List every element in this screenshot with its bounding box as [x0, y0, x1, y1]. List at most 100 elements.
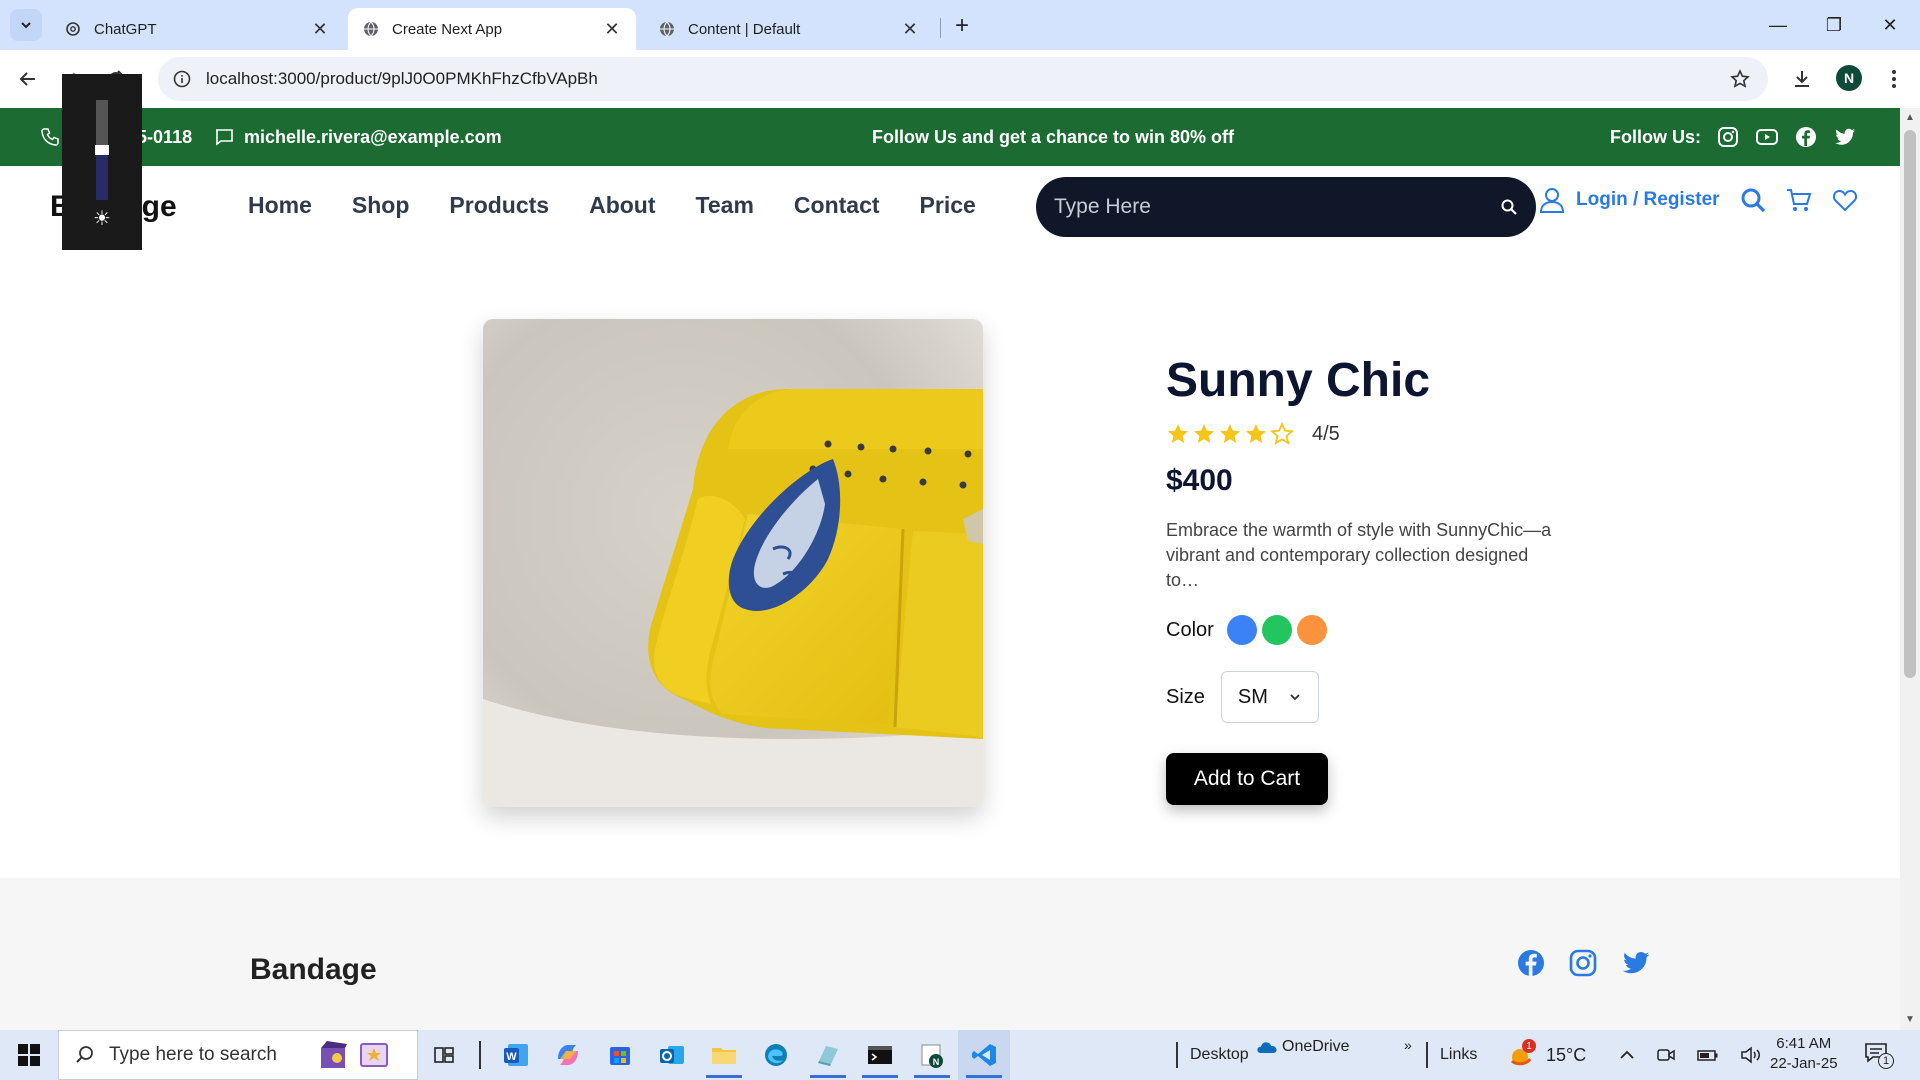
- instagram-icon[interactable]: [1568, 948, 1598, 978]
- address-bar[interactable]: localhost:3000/product/9plJ0O0PMKhFhzCfb…: [158, 57, 1768, 101]
- weather-widget[interactable]: 1 15°C: [1508, 1030, 1586, 1080]
- search-input[interactable]: [1054, 195, 1500, 219]
- file-explorer-icon[interactable]: [698, 1030, 750, 1080]
- heart-icon[interactable]: [1832, 187, 1858, 213]
- phone-icon: [41, 128, 59, 146]
- volume-icon[interactable]: [1740, 1045, 1762, 1065]
- downloads-button[interactable]: [1786, 63, 1818, 95]
- scroll-up-arrow[interactable]: ▲: [1904, 112, 1916, 124]
- email-text: michelle.rivera@example.com: [244, 126, 502, 147]
- nav-team[interactable]: Team: [696, 192, 754, 219]
- tab-chatgpt[interactable]: ChatGPT ✕: [50, 8, 344, 50]
- scrollbar-thumb[interactable]: [1904, 130, 1916, 678]
- nav-home[interactable]: Home: [248, 192, 312, 219]
- search-icon[interactable]: [1740, 187, 1766, 213]
- instagram-icon[interactable]: [1717, 126, 1739, 148]
- add-to-cart-button[interactable]: Add to Cart: [1166, 753, 1328, 805]
- brightness-knob[interactable]: [95, 145, 109, 155]
- footer-social: [1516, 948, 1652, 978]
- back-button[interactable]: [12, 63, 44, 95]
- clock-time: 6:41 AM: [1776, 1035, 1832, 1052]
- onedrive-label: OneDrive: [1282, 1038, 1350, 1055]
- windows-taskbar: Type here to search W N Desktop OneDrive…: [0, 1030, 1920, 1080]
- page-scrollbar[interactable]: ▲ ▼: [1900, 108, 1920, 1030]
- bookmark-star-icon[interactable]: [1726, 65, 1754, 93]
- close-window-button[interactable]: ✕: [1862, 0, 1918, 50]
- twitter-icon[interactable]: [1833, 126, 1857, 148]
- svg-text:N: N: [933, 1057, 940, 1067]
- taskbar-clock[interactable]: 6:41 AM 22-Jan-25: [1770, 1034, 1838, 1074]
- notion-app-icon[interactable]: N: [906, 1030, 958, 1080]
- desktop-toolbar[interactable]: Desktop: [1176, 1030, 1249, 1080]
- topbar-follow: Follow Us:: [1610, 126, 1857, 148]
- task-view-icon[interactable]: [418, 1030, 470, 1080]
- brightness-fill: [96, 155, 108, 200]
- color-swatch-green[interactable]: [1261, 615, 1292, 645]
- taskbar-divider: [470, 1030, 490, 1080]
- start-button[interactable]: [0, 1030, 58, 1080]
- brightness-slider-overlay[interactable]: ☀: [62, 74, 142, 250]
- new-tab-button[interactable]: +: [948, 12, 976, 40]
- terminal-app-icon[interactable]: [854, 1030, 906, 1080]
- color-swatch-blue[interactable]: [1226, 615, 1257, 645]
- notification-center-button[interactable]: 1: [1864, 1030, 1894, 1080]
- store-app-icon[interactable]: [594, 1030, 646, 1080]
- color-swatch-orange[interactable]: [1296, 615, 1327, 645]
- footer-brand[interactable]: Bandage: [250, 953, 377, 987]
- youtube-icon[interactable]: [1755, 126, 1779, 148]
- login-register-link[interactable]: Login / Register: [1538, 186, 1720, 214]
- promo-topbar: Follow Us and get a chance to win 80% of…: [0, 108, 1900, 166]
- taskbar-search[interactable]: Type here to search: [58, 1030, 418, 1080]
- browser-toolbar: localhost:3000/product/9plJ0O0PMKhFhzCfb…: [0, 50, 1920, 108]
- cloud-icon: [1257, 1042, 1277, 1053]
- site-info-icon[interactable]: [168, 65, 196, 93]
- brightness-track[interactable]: [95, 100, 109, 200]
- restore-button[interactable]: ❐: [1806, 0, 1862, 50]
- browser-tab-strip: ChatGPT ✕ Create Next App ✕ Content | De…: [0, 0, 1920, 50]
- edge-app-icon[interactable]: [750, 1030, 802, 1080]
- cart-icon[interactable]: [1786, 187, 1812, 213]
- battery-icon[interactable]: [1696, 1045, 1720, 1065]
- onedrive-toolbar[interactable]: OneDrive: [1256, 1022, 1350, 1072]
- search-icon[interactable]: [1500, 198, 1518, 216]
- word-app-icon[interactable]: W: [490, 1030, 542, 1080]
- close-icon[interactable]: ✕: [602, 19, 622, 39]
- nav-contact[interactable]: Contact: [794, 192, 880, 219]
- copilot-app-icon[interactable]: [542, 1030, 594, 1080]
- facebook-icon[interactable]: [1795, 126, 1817, 148]
- close-icon[interactable]: ✕: [310, 19, 330, 39]
- tab-content-default[interactable]: Content | Default ✕: [644, 8, 934, 50]
- close-icon[interactable]: ✕: [900, 19, 920, 39]
- scroll-down-arrow[interactable]: ▼: [1904, 1014, 1916, 1026]
- desktop-label: Desktop: [1190, 1046, 1249, 1063]
- tab-search-button[interactable]: [10, 9, 42, 41]
- globe-icon: [362, 20, 380, 38]
- meet-now-icon[interactable]: [1656, 1045, 1676, 1065]
- site-footer: Bandage: [0, 878, 1900, 1030]
- links-toolbar[interactable]: Links: [1426, 1030, 1477, 1080]
- nav-price[interactable]: Price: [920, 192, 976, 219]
- browser-menu-button[interactable]: [1878, 63, 1910, 95]
- links-label: Links: [1440, 1046, 1478, 1063]
- arrow-left-icon: [19, 72, 35, 86]
- nav-products[interactable]: Products: [449, 192, 549, 219]
- profile-avatar[interactable]: N: [1836, 65, 1862, 91]
- outlook-app-icon[interactable]: [646, 1030, 698, 1080]
- chevron-up-icon[interactable]: [1618, 1046, 1636, 1064]
- toolbar-overflow-icon[interactable]: »: [1404, 1020, 1412, 1070]
- weather-badge: 1: [1522, 1039, 1536, 1053]
- chevron-down-icon: [1290, 694, 1300, 701]
- nav-shop[interactable]: Shop: [352, 192, 410, 219]
- app-icon-generic[interactable]: [802, 1030, 854, 1080]
- twitter-icon[interactable]: [1620, 948, 1652, 978]
- running-indicator: [706, 1075, 742, 1078]
- vscode-app-icon[interactable]: [958, 1030, 1010, 1080]
- minimize-button[interactable]: —: [1750, 0, 1806, 50]
- svg-text:W: W: [506, 1051, 517, 1063]
- tab-create-next-app[interactable]: Create Next App ✕: [348, 8, 636, 50]
- size-selector: Size SM: [1166, 671, 1566, 723]
- facebook-icon[interactable]: [1516, 948, 1546, 978]
- size-select[interactable]: SM: [1220, 671, 1319, 723]
- follow-label: Follow Us:: [1610, 126, 1701, 147]
- nav-about[interactable]: About: [589, 192, 655, 219]
